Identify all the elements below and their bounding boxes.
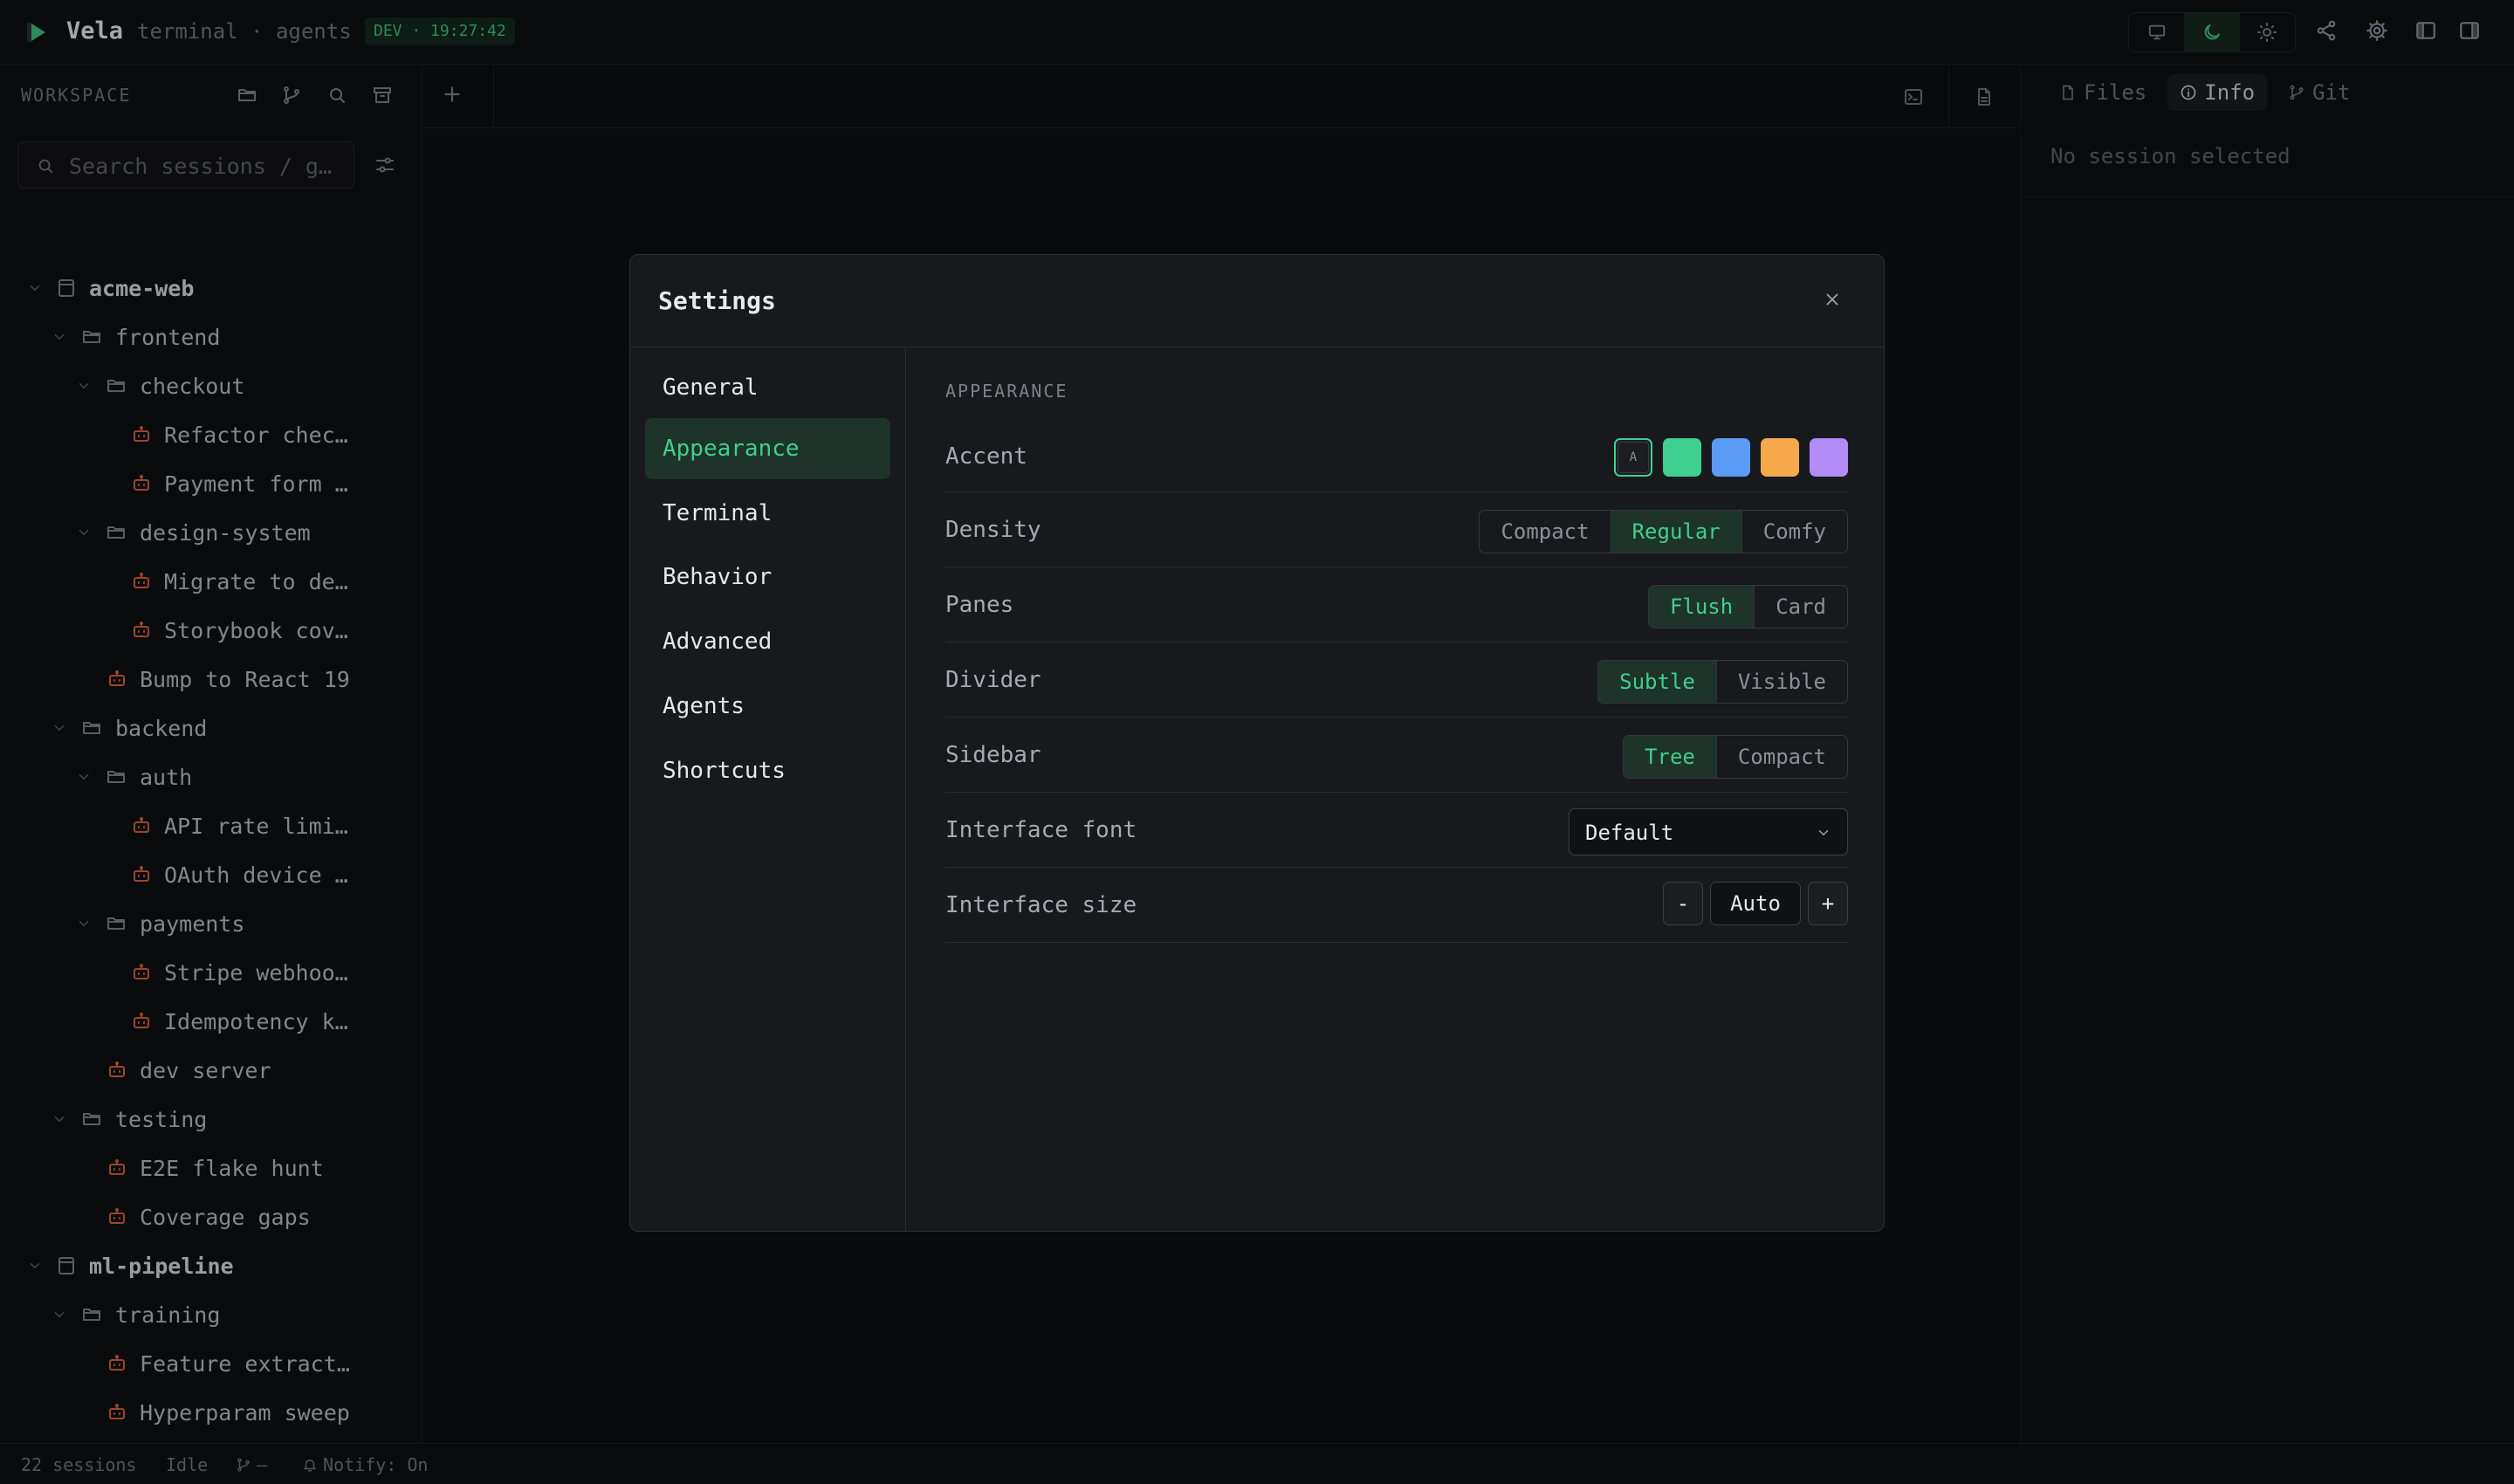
- interface-size-stepper: - Auto +: [1663, 882, 1848, 925]
- divider-subtle[interactable]: Subtle: [1598, 661, 1717, 703]
- accent-row: Accent A: [945, 428, 1848, 492]
- settings-nav: General Appearance Terminal Behavior Adv…: [630, 347, 906, 1231]
- setting-label: Sidebar: [945, 742, 1041, 768]
- sidebar-tree[interactable]: Tree: [1624, 736, 1717, 778]
- sidebar-compact[interactable]: Compact: [1717, 736, 1847, 778]
- nav-advanced[interactable]: Advanced: [645, 611, 890, 672]
- density-regular[interactable]: Regular: [1611, 511, 1742, 553]
- divider-segmented: Subtle Visible: [1597, 660, 1848, 704]
- divider-row: Divider Subtle Visible: [945, 642, 1848, 718]
- nav-general[interactable]: General: [645, 357, 890, 418]
- divider-visible[interactable]: Visible: [1717, 661, 1847, 703]
- density-comfy[interactable]: Comfy: [1742, 511, 1847, 553]
- sidebar-segmented: Tree Compact: [1623, 735, 1848, 779]
- setting-label: Accent: [945, 443, 1027, 470]
- accent-swatch-purple[interactable]: [1810, 438, 1848, 477]
- interface-size-row: Interface size - Auto +: [945, 868, 1848, 943]
- accent-swatch-orange[interactable]: [1761, 438, 1799, 477]
- panes-card[interactable]: Card: [1755, 586, 1847, 628]
- settings-dialog: Settings General Appearance Terminal Beh…: [629, 254, 1885, 1232]
- density-compact[interactable]: Compact: [1480, 511, 1611, 553]
- accent-swatch-green[interactable]: [1663, 438, 1701, 477]
- sidebar-style-row: Sidebar Tree Compact: [945, 718, 1848, 793]
- accent-swatch-blue[interactable]: [1712, 438, 1750, 477]
- interface-font-row: Interface font Default: [945, 793, 1848, 868]
- panes-flush[interactable]: Flush: [1648, 586, 1755, 628]
- dialog-header: Settings: [630, 255, 1884, 347]
- section-label: APPEARANCE: [945, 381, 1068, 402]
- size-value: Auto: [1710, 882, 1801, 925]
- nav-agents[interactable]: Agents: [645, 676, 890, 737]
- increase-button[interactable]: +: [1808, 882, 1848, 925]
- nav-appearance[interactable]: Appearance: [645, 418, 890, 479]
- dialog-title: Settings: [658, 286, 776, 315]
- settings-content: APPEARANCE Accent A Density Compact Regu…: [945, 347, 1865, 1231]
- decrease-button[interactable]: -: [1663, 882, 1703, 925]
- nav-behavior[interactable]: Behavior: [645, 546, 890, 608]
- setting-label: Density: [945, 517, 1041, 543]
- close-icon[interactable]: [1823, 290, 1842, 309]
- accent-swatch-auto[interactable]: A: [1614, 438, 1652, 477]
- setting-label: Panes: [945, 592, 1014, 618]
- setting-label: Divider: [945, 667, 1041, 693]
- density-segmented: Compact Regular Comfy: [1479, 510, 1848, 553]
- interface-font-select[interactable]: Default: [1569, 808, 1848, 855]
- accent-swatches: A: [1614, 438, 1848, 477]
- panes-row: Panes Flush Card: [945, 567, 1848, 642]
- nav-shortcuts[interactable]: Shortcuts: [645, 740, 890, 801]
- setting-label: Interface font: [945, 817, 1137, 843]
- select-value: Default: [1585, 821, 1674, 845]
- panes-segmented: Flush Card: [1647, 585, 1848, 629]
- chevron-down-icon: [1816, 825, 1831, 841]
- nav-terminal[interactable]: Terminal: [645, 483, 890, 544]
- setting-label: Interface size: [945, 892, 1137, 918]
- density-row: Density Compact Regular Comfy: [945, 492, 1848, 567]
